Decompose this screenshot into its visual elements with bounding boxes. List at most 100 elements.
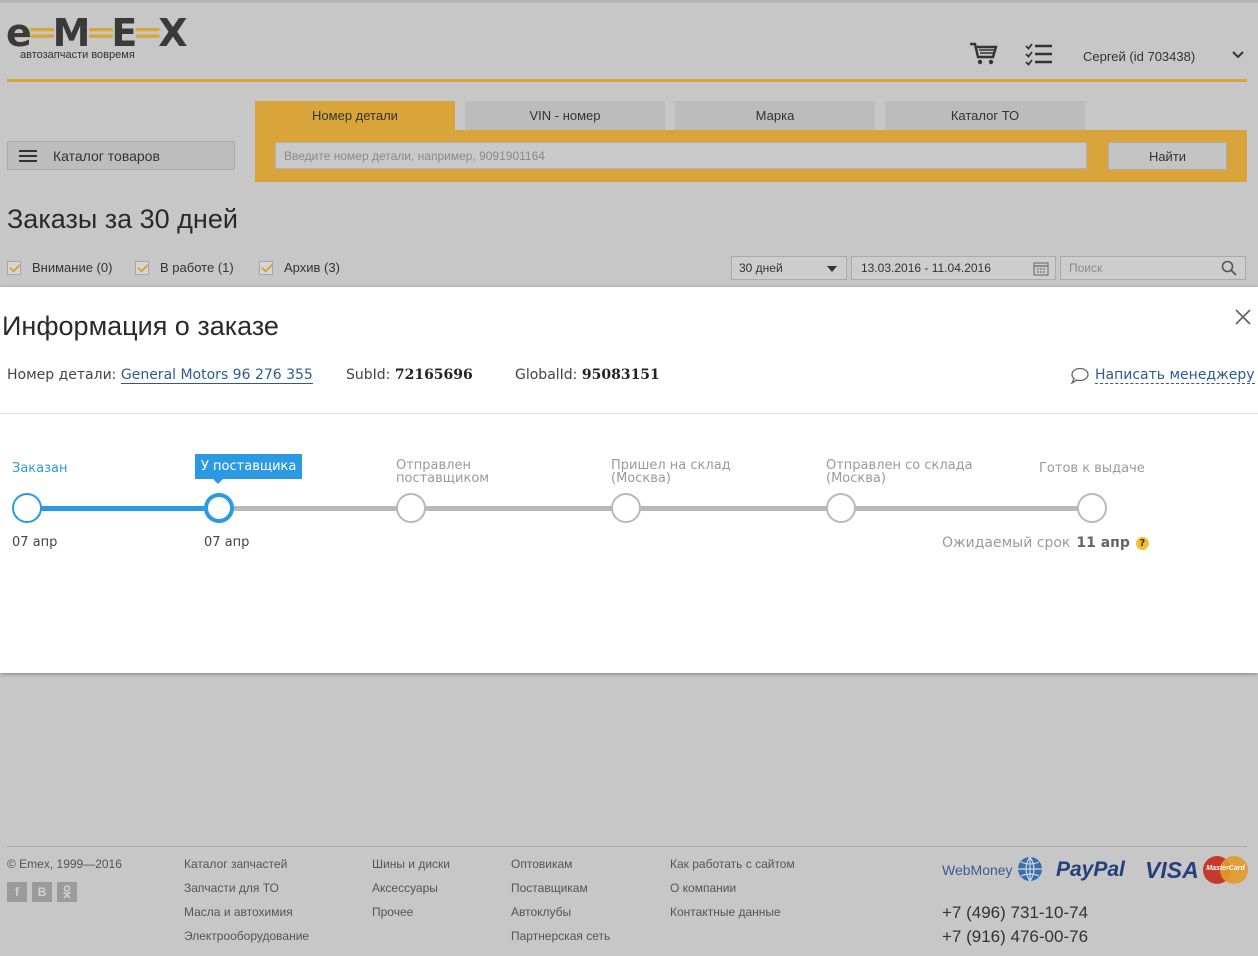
part-number-info: Номер детали: General Motors 96 276 355 <box>7 367 313 384</box>
footer-link[interactable]: Запчасти для ТО <box>184 881 309 905</box>
footer-link[interactable]: Каталог запчастей <box>184 857 309 881</box>
expected-label: Ожидаемый срок <box>942 535 1071 551</box>
footer-link[interactable]: Прочее <box>372 905 450 929</box>
webmoney-globe-icon <box>1018 856 1042 882</box>
expected-value: 11 апр <box>1076 535 1130 551</box>
expected-date: Ожидаемый срок 11 апр ? <box>942 535 1149 551</box>
chevron-down-icon[interactable] <box>1232 47 1244 65</box>
filter-in-progress[interactable]: В работе (1) <box>135 260 234 275</box>
header-divider <box>7 79 1247 82</box>
search-tabs: Номер детали VIN - номер Марка Каталог Т… <box>255 101 1095 130</box>
footer-col-goods: Шины и диски Аксессуары Прочее <box>372 857 450 929</box>
step-current-badge: У поставщика <box>195 454 303 484</box>
checkbox-checked-icon[interactable] <box>7 260 21 275</box>
visa-logo: VISA <box>1145 857 1199 883</box>
date-range-field[interactable]: 13.03.2016 - 11.04.2016 <box>851 256 1056 280</box>
cart-icon[interactable] <box>969 41 999 67</box>
catalog-button-label: Каталог товаров <box>53 147 160 164</box>
tab-brand[interactable]: Марка <box>675 101 875 130</box>
vk-icon[interactable]: B <box>32 882 52 902</box>
checklist-icon[interactable] <box>1025 41 1053 67</box>
checkbox-checked-icon[interactable] <box>135 260 149 275</box>
mastercard-label: MasterCard <box>1206 865 1245 872</box>
order-info-modal: Информация о заказе Номер детали: Genera… <box>0 287 1258 673</box>
filter-label: В работе (1) <box>160 260 234 275</box>
step-shipped-supplier-label: Отправлен поставщиком <box>396 459 489 485</box>
step-dot-ready <box>1077 493 1107 523</box>
page-title: Заказы за 30 дней <box>7 204 238 234</box>
step-shipped-warehouse-label: Отправлен со склада (Москва) <box>826 459 973 485</box>
emex-logo[interactable]: e═M═E═X автозапчасти вовремя <box>6 11 188 61</box>
filter-label: Архив (3) <box>284 260 340 275</box>
footer-link[interactable]: Масла и автохимия <box>184 905 309 929</box>
logo-mark: e═M═E═X <box>6 11 188 55</box>
globalid-value: 95083151 <box>581 367 660 383</box>
calendar-icon[interactable] <box>1033 261 1049 276</box>
period-select[interactable]: 30 дней <box>731 256 847 280</box>
footer-link[interactable]: Автоклубы <box>511 905 610 929</box>
copyright: © Emex, 1999—2016 <box>7 857 122 871</box>
footer-link[interactable]: Шины и диски <box>372 857 450 881</box>
footer-link[interactable]: Электрооборудование <box>184 929 309 953</box>
write-manager-link[interactable]: Написать менеджеру <box>1070 367 1255 384</box>
search-button[interactable]: Найти <box>1108 142 1227 170</box>
mastercard-logo: MasterCard <box>1203 856 1248 884</box>
tab-part-number[interactable]: Номер детали <box>255 101 455 130</box>
footer-col-info: Как работать с сайтом О компании Контакт… <box>670 857 795 929</box>
step-ordered-label: Заказан <box>12 461 68 476</box>
part-number-label: Номер детали: <box>7 367 117 383</box>
filter-attention[interactable]: Внимание (0) <box>7 260 112 275</box>
search-panel: Найти <box>255 130 1247 182</box>
date-range-value: 13.03.2016 - 11.04.2016 <box>861 261 991 275</box>
filter-archive[interactable]: Архив (3) <box>259 260 340 275</box>
footer-link[interactable]: Аксессуары <box>372 881 450 905</box>
menu-icon <box>19 149 37 162</box>
step-ready-label: Готов к выдаче <box>1039 461 1145 476</box>
step-dot-shipped-supplier <box>396 493 426 523</box>
dropdown-arrow-icon <box>827 266 837 272</box>
footer-link[interactable]: Партнерская сеть <box>511 929 610 953</box>
orders-search-input[interactable]: Поиск <box>1060 256 1246 280</box>
subid-label: SubId: <box>346 367 391 383</box>
footer-col-partners: Оптовикам Поставщикам Автоклубы Партнерс… <box>511 857 610 953</box>
progress-track-pending <box>219 506 1092 511</box>
close-icon[interactable] <box>1234 308 1252 326</box>
footer-link[interactable]: Поставщикам <box>511 881 610 905</box>
site-header: e═M═E═X автозапчасти вовремя Сергей (id … <box>0 0 1258 82</box>
subid-value: 72165696 <box>394 367 473 383</box>
footer-link[interactable]: Оптовикам <box>511 857 610 881</box>
step-dot-supplier <box>204 493 234 523</box>
step-label-line: поставщиком <box>396 471 490 486</box>
subid-info: SubId: 72165696 <box>346 367 473 383</box>
part-number-link[interactable]: General Motors 96 276 355 <box>120 367 313 384</box>
step-label-line: (Москва) <box>611 471 671 486</box>
progress-track-done <box>27 506 219 511</box>
facebook-icon[interactable]: f <box>7 882 27 902</box>
search-icon[interactable] <box>1221 260 1237 276</box>
chat-bubble-icon <box>1070 367 1089 384</box>
step-dot-shipped-warehouse <box>826 493 856 523</box>
footer-link[interactable]: Как работать с сайтом <box>670 857 795 881</box>
phone-primary[interactable]: +7 (496) 731-10-74 <box>942 903 1088 923</box>
webmoney-logo: WebMoney <box>942 862 1013 878</box>
step-arrived-warehouse-label: Пришел на склад (Москва) <box>611 459 731 485</box>
footer-link[interactable]: Контактные данные <box>670 905 795 929</box>
phone-secondary[interactable]: +7 (916) 476-00-76 <box>942 927 1088 947</box>
search-placeholder: Поиск <box>1069 261 1103 275</box>
footer-divider <box>7 846 1247 847</box>
user-menu[interactable]: Сергей (id 703438) <box>1083 49 1195 64</box>
checkbox-checked-icon[interactable] <box>259 260 273 275</box>
catalog-button[interactable]: Каталог товаров <box>7 141 235 170</box>
modal-title: Информация о заказе <box>2 311 279 341</box>
step-dot-ordered <box>12 493 42 523</box>
odnoklassniki-icon[interactable] <box>57 882 77 902</box>
help-icon[interactable]: ? <box>1135 536 1149 550</box>
tab-vin[interactable]: VIN - номер <box>465 101 665 130</box>
part-search-input[interactable] <box>275 142 1087 169</box>
step-dot-arrived-warehouse <box>611 493 641 523</box>
footer-link[interactable]: О компании <box>670 881 795 905</box>
social-links: f B <box>7 882 82 902</box>
tab-maintenance-catalog[interactable]: Каталог ТО <box>885 101 1085 130</box>
period-value: 30 дней <box>739 261 783 275</box>
filter-label: Внимание (0) <box>32 260 113 275</box>
